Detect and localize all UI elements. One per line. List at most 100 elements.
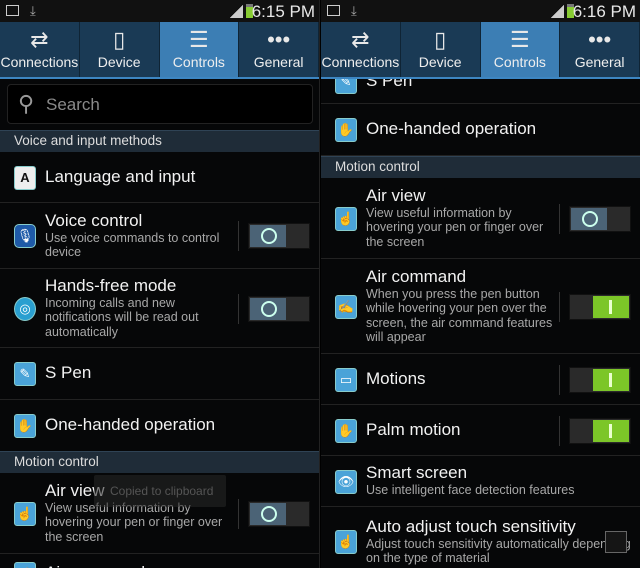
divider	[559, 415, 560, 446]
tab-label: Device	[97, 54, 141, 70]
smart-screen-icon: 👁	[335, 469, 357, 494]
one-hand-icon: ✋	[14, 414, 36, 438]
tab-label: General	[253, 54, 304, 70]
row-title: Voice control	[45, 210, 143, 230]
gallery-notification-icon	[6, 5, 19, 16]
steering-wheel-icon: ◎	[14, 296, 36, 321]
sliders-icon: ☰	[510, 27, 530, 52]
row-title: Language and input	[45, 166, 196, 186]
tab-general[interactable]: ••• General	[560, 22, 640, 77]
status-time: 6:15 PM	[251, 2, 315, 21]
row-subtitle: View useful information by hovering your…	[366, 205, 544, 249]
search-box[interactable]: ⚲ Search	[7, 84, 313, 124]
settings-row-hands-free-mode[interactable]: ◎ Hands-free mode Incoming calls and new n…	[0, 269, 319, 348]
phone-icon: ▯	[113, 27, 126, 52]
row-subtitle: Adjust touch sensitivity automatically d…	[366, 536, 631, 566]
toggle-switch[interactable]	[569, 205, 631, 232]
language-icon: A	[14, 165, 36, 190]
section-header: Motion control	[0, 451, 319, 473]
air-command-icon: ✍	[335, 294, 357, 319]
checkbox[interactable]	[605, 531, 627, 553]
tab-controls[interactable]: ☰ Controls	[159, 22, 240, 77]
settings-row-language-and-input[interactable]: A Language and input	[0, 152, 319, 203]
row-title: Hands-free mode	[45, 275, 177, 295]
settings-row-one-handed-operation[interactable]: ✋ One-handed operation	[0, 400, 319, 452]
signal-icon	[551, 5, 564, 18]
tab-label: Controls	[493, 54, 546, 70]
settings-row-motions[interactable]: ▭ Motions	[321, 354, 640, 405]
arrows-swap-icon: ⇄	[30, 27, 49, 52]
toggle-knob	[250, 297, 286, 320]
tab-label: Connections	[321, 54, 400, 70]
search-icon: ⚲	[18, 91, 35, 116]
microphone-icon: 🎙	[14, 224, 36, 248]
toggle-switch[interactable]	[248, 223, 310, 249]
divider	[559, 291, 560, 322]
one-hand-icon: ✋	[335, 118, 357, 142]
row-title: Auto adjust touch sensitivity	[366, 516, 576, 536]
tab-device[interactable]: ▯ Device	[80, 22, 160, 77]
section-header: Motion control	[321, 156, 640, 178]
toggle-knob	[593, 295, 629, 318]
touch-sensitivity-icon: ☝	[335, 530, 357, 554]
toggle-knob	[593, 419, 629, 442]
toggle-knob	[250, 502, 286, 525]
row-title: One-handed operation	[366, 119, 537, 138]
tab-connections[interactable]: ⇄ Connections	[0, 22, 80, 77]
row-title: Air command	[45, 563, 145, 568]
signal-icon	[230, 5, 243, 18]
palm-motion-icon: ✋	[335, 418, 357, 443]
divider	[559, 203, 560, 234]
motions-icon: ▭	[335, 367, 357, 392]
row-subtitle: Incoming calls and new notifications wil…	[45, 295, 199, 339]
settings-row-palm-motion[interactable]: ✋ Palm motion	[321, 405, 640, 456]
settings-row-s-pen[interactable]: ✎ S Pen	[0, 348, 319, 400]
settings-row-air-command[interactable]: ✍ Air command	[0, 554, 319, 568]
tab-label: General	[574, 54, 625, 70]
divider	[238, 221, 239, 251]
toggle-knob	[571, 207, 607, 230]
tab-general[interactable]: ••• General	[239, 22, 319, 77]
row-title: Palm motion	[366, 419, 461, 439]
row-subtitle: Use voice commands to control device	[45, 230, 220, 260]
row-title: One-handed operation	[45, 415, 216, 434]
search-input[interactable]	[46, 91, 296, 117]
tab-controls[interactable]: ☰ Controls	[480, 22, 561, 77]
tab-label: Connections	[0, 54, 79, 70]
download-notification-icon: ⤓	[351, 3, 357, 18]
more-dots-icon: •••	[267, 27, 291, 52]
tab-label: Controls	[172, 54, 225, 70]
settings-row-auto-adjust-touch-sensitivity[interactable]: ☝ Auto adjust touch sensitivity Adjust tou…	[321, 507, 640, 568]
settings-screen-right: ✎ S Pen ✋ One-handed operation Motion contro…	[321, 0, 640, 568]
divider	[559, 364, 560, 395]
tab-connections[interactable]: ⇄ Connections	[321, 22, 401, 77]
row-title: Air view	[366, 185, 426, 205]
download-notification-icon: ⤓	[30, 3, 36, 18]
air-command-icon: ✍	[14, 562, 36, 568]
settings-row-voice-control[interactable]: 🎙 Voice control Use voice commands to cont…	[0, 203, 319, 269]
air-view-icon: ☝	[14, 501, 36, 526]
row-title: Smart screen	[366, 463, 468, 483]
settings-row-smart-screen[interactable]: 👁 Smart screen Use intelligent face detect…	[321, 456, 640, 507]
row-subtitle: View useful information by hovering your…	[45, 500, 223, 544]
more-dots-icon: •••	[588, 27, 612, 52]
tab-label: Device	[418, 54, 462, 70]
settings-row-air-view[interactable]: ☝ Air view View useful information by hove…	[321, 178, 640, 259]
row-subtitle: Use intelligent face detection features	[366, 483, 575, 498]
settings-row-air-command[interactable]: ✍ Air command When you press the pen butto…	[321, 259, 640, 354]
toggle-switch[interactable]	[569, 293, 631, 320]
toggle-switch[interactable]	[248, 500, 310, 527]
settings-row-one-handed-operation[interactable]: ✋ One-handed operation	[321, 104, 640, 156]
toggle-switch[interactable]	[248, 295, 310, 322]
s-pen-icon: ✎	[14, 362, 36, 386]
row-subtitle: When you press the pen button while hove…	[366, 286, 553, 345]
row-title: Motions	[366, 368, 426, 388]
gallery-notification-icon	[327, 5, 340, 16]
toggle-switch[interactable]	[569, 417, 631, 444]
toggle-knob	[593, 368, 629, 391]
tab-device[interactable]: ▯ Device	[401, 22, 481, 77]
toggle-switch[interactable]	[569, 366, 631, 393]
divider	[238, 498, 239, 529]
section-header: Voice and input methods	[0, 130, 319, 152]
toggle-knob	[250, 225, 286, 247]
